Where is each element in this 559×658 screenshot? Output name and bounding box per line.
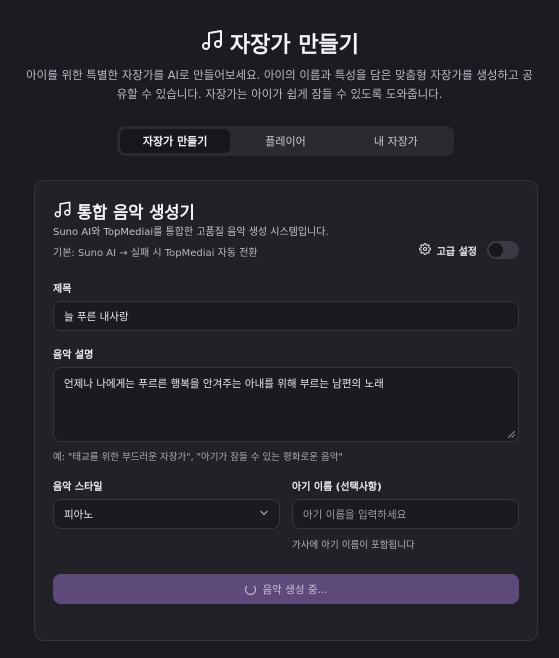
music-description-hint: 예: "태교를 위한 부드러운 자장가", "아기가 잠들 수 있는 평화로운 … (53, 452, 343, 463)
loading-spinner-icon (244, 583, 256, 595)
baby-name-note: 가사에 아기 이름이 포함됩니다 (292, 540, 415, 551)
toggle-knob (489, 243, 503, 257)
baby-name-input[interactable]: 아기 이름을 입력하세요 (292, 499, 519, 529)
page-subtitle: 아이를 위한 특별한 자장가를 AI로 만들어보세요. 아이의 이름과 특성을 … (26, 68, 533, 101)
title-input[interactable]: 늘 푸른 내사랑 (53, 301, 519, 331)
resize-handle-icon[interactable] (508, 431, 515, 438)
tab-create[interactable]: 자장가 만들기 (120, 129, 231, 153)
page-header: 자장가 만들기 아이를 위한 특별한 자장가를 AI로 만들어보세요. 아이의 … (0, 28, 559, 104)
page-title: 자장가 만들기 (229, 33, 360, 58)
tab-my-lullabies[interactable]: 내 자장가 (341, 129, 451, 153)
advanced-settings-toggle[interactable] (487, 241, 519, 259)
music-note-icon (53, 200, 72, 223)
baby-name-label: 아기 이름 (선택사항) (292, 482, 382, 493)
tab-bar: 자장가 만들기 플레이어 내 자장가 (117, 126, 454, 156)
page-title-row: 자장가 만들기 (0, 28, 559, 58)
generate-music-button[interactable]: 음악 생성 중... (53, 574, 519, 604)
music-style-select[interactable]: 피아노 (53, 499, 280, 529)
advanced-settings-label: 고급 설정 (436, 246, 477, 258)
card-description: Suno AI와 TopMediai를 통합한 고품질 음악 생성 시스템입니다… (53, 227, 329, 238)
music-description-textarea[interactable]: 언제나 나에게는 푸르른 행복을 안겨주는 아내를 위해 부르는 남편의 노래 (53, 367, 519, 442)
music-style-value: 피아노 (64, 508, 93, 521)
card-title: 통합 음악 생성기 (77, 203, 195, 222)
music-generator-card: 통합 음악 생성기 Suno AI와 TopMediai를 통합한 고품질 음악… (34, 180, 538, 641)
music-note-icon (200, 28, 224, 58)
card-title-row: 통합 음악 생성기 (53, 199, 195, 223)
generate-music-label: 음악 생성 중... (262, 583, 328, 596)
title-label: 제목 (53, 284, 72, 295)
music-description-label: 음악 설명 (53, 350, 94, 361)
advanced-settings: 고급 설정 (418, 241, 519, 259)
music-style-label: 음악 스타일 (53, 482, 103, 493)
gear-icon (418, 242, 431, 258)
tab-player[interactable]: 플레이어 (230, 129, 340, 153)
chevron-down-icon (259, 508, 269, 521)
music-description-text: 언제나 나에게는 푸르른 행복을 안겨주는 아내를 위해 부르는 남편의 노래 (64, 378, 384, 390)
card-default-note: 기본: Suno AI → 실패 시 TopMediai 자동 전환 (53, 248, 258, 259)
